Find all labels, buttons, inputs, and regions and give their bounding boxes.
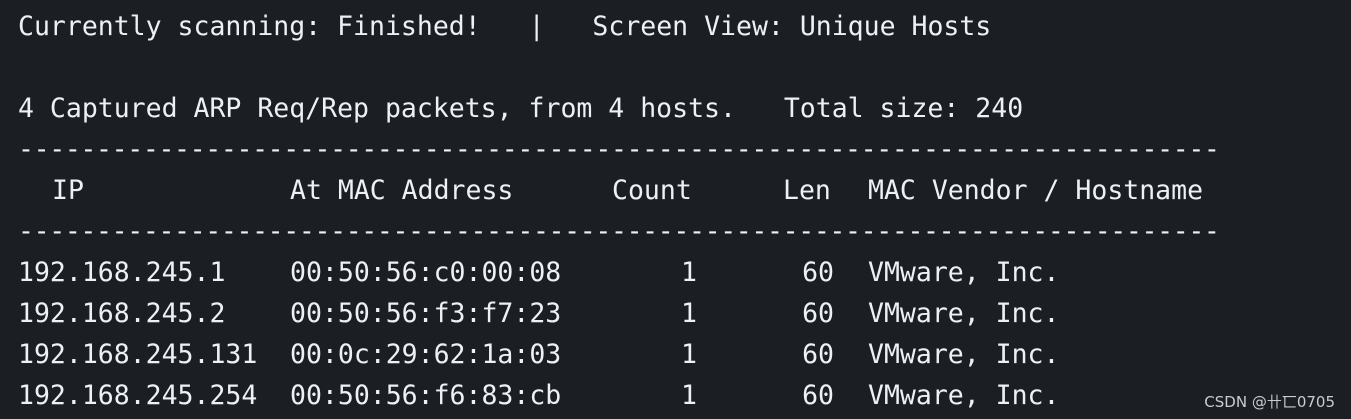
status-line: Currently scanning: Finished! | Screen V… [18, 6, 991, 47]
status-divider: | [528, 11, 545, 42]
row-ip: 192.168.245.131 [18, 339, 258, 370]
row-count: 1 [681, 257, 697, 288]
row-count: 1 [681, 339, 697, 370]
table-header: IP At MAC Address Count Len MAC Vendor /… [0, 170, 1351, 211]
table-row: 192.168.245.131 00:0c:29:62:1a:03 1 60 V… [0, 334, 1351, 375]
total-size: Total size: 240 [783, 93, 1024, 124]
header-mac: At MAC Address [290, 175, 514, 206]
table-row: 192.168.245.1 00:50:56:c0:00:08 1 60 VMw… [0, 252, 1351, 293]
header-ip: IP [52, 175, 84, 206]
terminal-window: Currently scanning: Finished! | Screen V… [0, 0, 1351, 419]
row-mac: 00:0c:29:62:1a:03 [290, 339, 562, 370]
separator-bottom: ----------------------------------------… [18, 216, 1220, 247]
row-len: 60 [802, 339, 834, 370]
row-count: 1 [681, 380, 697, 411]
summary-text: 4 Captured ARP Req/Rep packets, from 4 h… [18, 93, 736, 124]
header-count: Count [612, 175, 692, 206]
row-vendor: VMware, Inc. [868, 298, 1060, 329]
row-len: 60 [802, 380, 834, 411]
table-row: 192.168.245.2 00:50:56:f3:f7:23 1 60 VMw… [0, 293, 1351, 334]
screen-view-status: Screen View: Unique Hosts [592, 11, 992, 42]
row-ip: 192.168.245.2 [18, 298, 226, 329]
summary-line: 4 Captured ARP Req/Rep packets, from 4 h… [18, 88, 1023, 129]
csdn-watermark: CSDN @卄匸0705 [1204, 393, 1335, 411]
row-mac: 00:50:56:f6:83:cb [290, 380, 562, 411]
row-len: 60 [802, 257, 834, 288]
row-mac: 00:50:56:f3:f7:23 [290, 298, 562, 329]
row-count: 1 [681, 298, 697, 329]
header-len: Len [783, 175, 831, 206]
table-row: 192.168.245.254 00:50:56:f6:83:cb 1 60 V… [0, 375, 1351, 416]
row-ip: 192.168.245.254 [18, 380, 258, 411]
row-ip: 192.168.245.1 [18, 257, 226, 288]
separator-top: ----------------------------------------… [18, 134, 1220, 165]
row-vendor: VMware, Inc. [868, 380, 1060, 411]
row-mac: 00:50:56:c0:00:08 [290, 257, 562, 288]
scanning-status: Currently scanning: Finished! [18, 11, 481, 42]
row-len: 60 [802, 298, 834, 329]
row-vendor: VMware, Inc. [868, 257, 1060, 288]
header-vendor: MAC Vendor / Hostname [868, 175, 1204, 206]
row-vendor: VMware, Inc. [868, 339, 1060, 370]
